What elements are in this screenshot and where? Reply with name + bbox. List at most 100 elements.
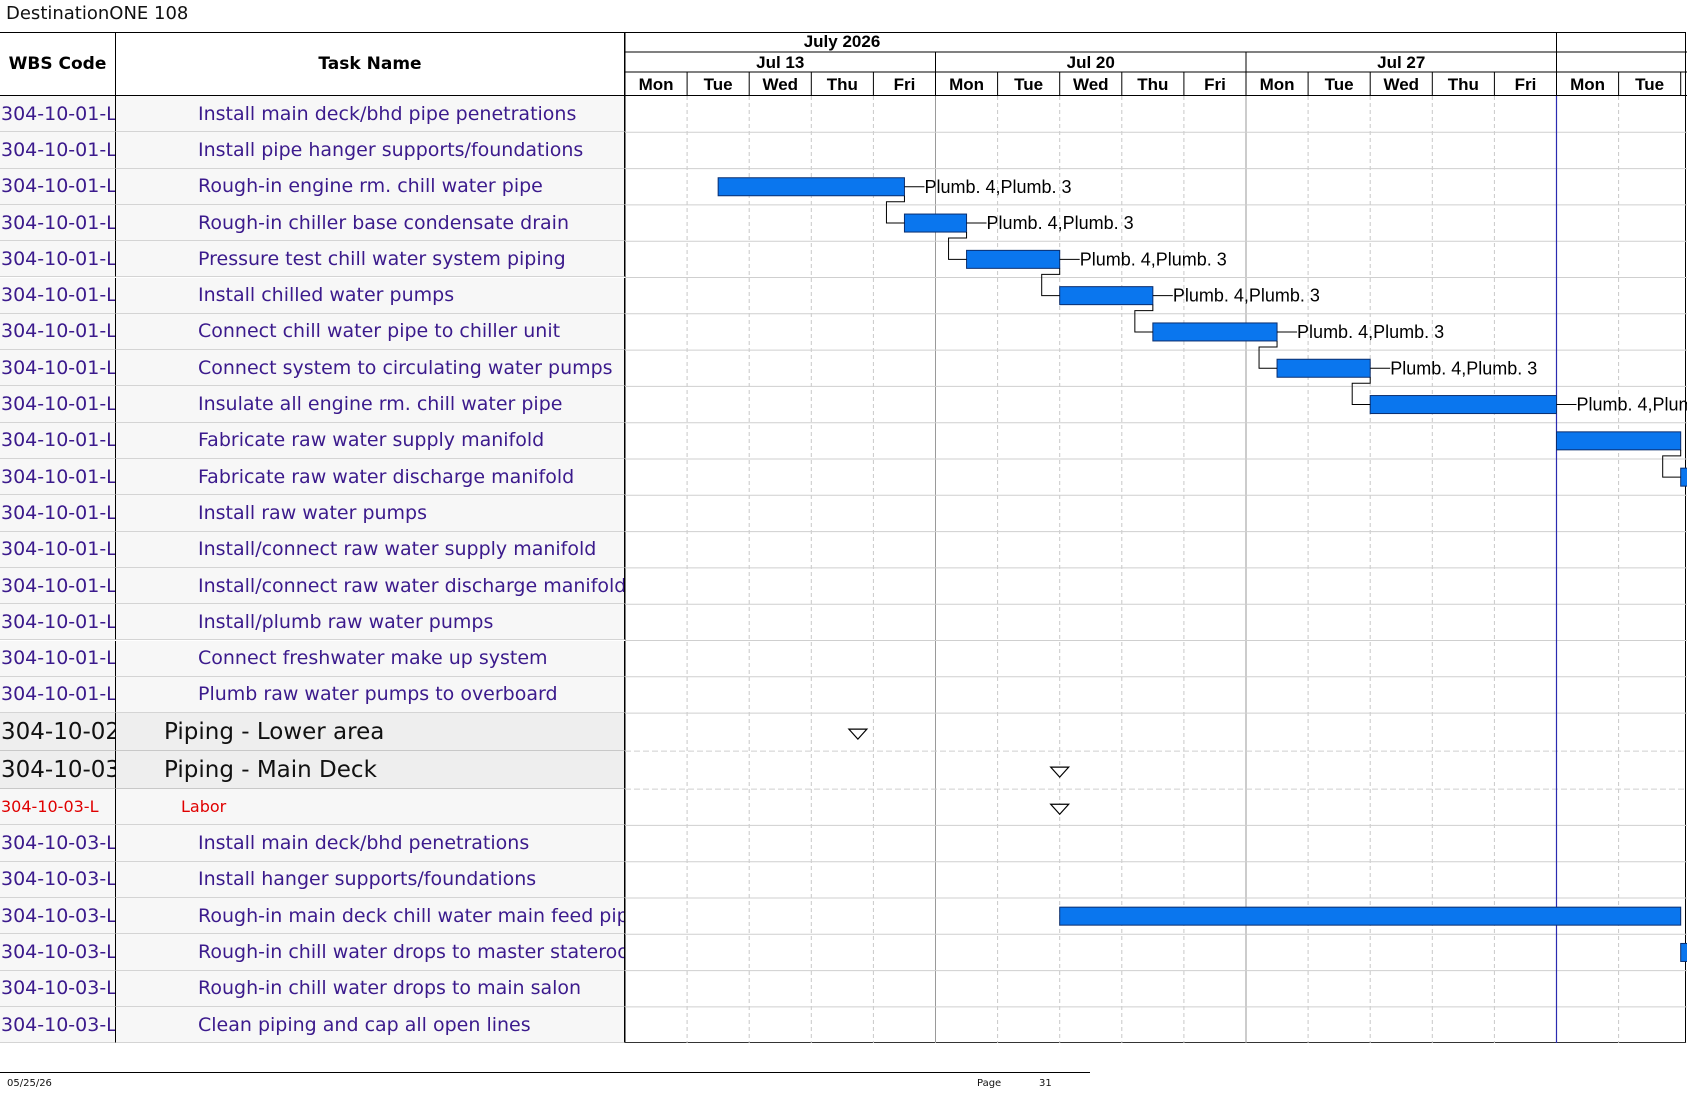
wbs-code-cell: 304-10-01-L [0,459,116,496]
day-label: Mon [639,75,674,94]
task-row[interactable]: 304-10-01-L Fabricate raw water supply ma… [0,422,625,459]
summary-marker-icon [1049,803,1071,816]
task-name-header[interactable]: Task Name [116,32,625,96]
dependency-connector [1351,377,1371,406]
dependency-connector [1134,304,1154,333]
day-label: Tue [1014,75,1043,94]
summary-row[interactable]: 304-10-03 Piping - Main Deck [0,751,625,790]
task-row[interactable]: 304-10-01-L Install/connect raw water sup… [0,531,625,568]
wbs-code-cell: 304-10-01-L [0,531,116,568]
task-row[interactable]: 304-10-01-L Pressure test chill water sys… [0,241,625,278]
task-row[interactable]: 304-10-03-L Rough-in chill water drops to… [0,970,625,1007]
day-label: Mon [1570,75,1605,94]
wbs-code-cell: 304-10-01-L [0,204,116,242]
resource-label: Plumb. 4,Plumb. 3 [987,213,1134,233]
task-name-cell: Rough-in chill water drops to main salon [116,970,625,1007]
wbs-code-cell: 304-10-01-L [0,277,116,314]
dependency-connector [948,232,968,260]
task-name-cell: Connect chill water pipe to chiller unit [116,313,625,351]
task-row[interactable]: 304-10-01-L Connect chill water pipe to c… [0,313,625,351]
day-label: Wed [1073,75,1109,94]
task-row[interactable]: 304-10-01-L Install pipe hanger supports/… [0,132,625,169]
day-label: Tue [1325,75,1354,94]
day-label: Thu [1448,75,1479,94]
task-name-cell: Install main deck/bhd pipe penetrations [116,96,625,133]
month-label: July 2026 [804,32,881,51]
footer-rule [0,1072,1090,1073]
wbs-code-cell: 304-10-03 [0,751,116,790]
day-label: Mon [1260,75,1295,94]
wbs-code-cell: 304-10-01-L [0,350,116,387]
task-row[interactable]: 304-10-03-L Install hanger supports/found… [0,861,625,898]
task-row[interactable]: 304-10-01-L Install/plumb raw water pumps [0,604,625,641]
task-row[interactable]: 304-10-01-L Fabricate raw water discharge… [0,459,625,496]
task-name-cell: Rough-in chill water drops to master sta… [116,934,625,971]
summary-row[interactable]: 304-10-02 Piping - Lower area [0,713,625,752]
task-bar [1556,431,1682,451]
wbs-code-header[interactable]: WBS Code [0,32,116,96]
task-name-cell: Rough-in main deck chill water main feed… [116,898,625,935]
wbs-code-cell: 304-10-03-L [0,898,116,935]
task-row[interactable]: 304-10-03-L Rough-in chill water drops to… [0,934,625,971]
summary-marker-icon [1049,766,1071,778]
task-name-cell: Insulate all engine rm. chill water pipe [116,386,625,423]
task-row[interactable]: 304-10-01-L Install chilled water pumps [0,277,625,314]
footer-page-label: Page [977,1078,1002,1089]
task-row[interactable]: 304-10-01-L Install raw water pumps [0,495,625,532]
task-row[interactable]: 304-10-03-L Clean piping and cap all open… [0,1006,625,1044]
wbs-code-cell: 304-10-01-L [0,386,116,423]
task-row[interactable]: 304-10-01-L Rough-in chiller base condens… [0,204,625,242]
task-row[interactable]: 304-10-01-L Connect system to circulating… [0,350,625,387]
wbs-code-cell: 304-10-01-L [0,676,116,714]
task-name-cell: Labor [116,789,625,826]
day-label: Fri [1204,75,1226,94]
task-name-cell: Rough-in engine rm. chill water pipe [116,168,625,205]
task-name-cell: Connect freshwater make up system [116,640,625,677]
wbs-code-cell: 304-10-01-L [0,422,116,459]
wbs-code-cell: 304-10-03-L [0,789,116,826]
day-label: Tue [704,75,733,94]
day-label: Fri [894,75,916,94]
task-name-cell: Install pipe hanger supports/foundations [116,132,625,169]
task-row[interactable]: 304-10-01-L Install main deck/bhd pipe pe… [0,96,625,133]
task-row[interactable]: 304-10-03-L Install main deck/bhd penetra… [0,825,625,862]
wbs-code-cell: 304-10-01-L [0,604,116,641]
task-row[interactable]: 304-10-01-L Install/connect raw water dis… [0,567,625,605]
dependency-connector [1662,449,1682,478]
task-name-cell: Pressure test chill water system piping [116,241,625,278]
task-row[interactable]: 304-10-01-L Connect freshwater make up sy… [0,640,625,677]
task-row[interactable]: 304-10-01-L Insulate all engine rm. chill… [0,386,625,423]
week-label: Jul 20 [1067,53,1115,72]
task-name-cell: Piping - Main Deck [116,751,625,790]
task-bar [966,249,1061,269]
task-bar [1276,358,1371,378]
task-name-cell: Install/connect raw water supply manifol… [116,531,625,568]
task-row[interactable]: 304-10-03-L Labor [0,789,625,826]
wbs-code-cell: 304-10-03-L [0,825,116,862]
task-name-cell: Install raw water pumps [116,495,625,532]
task-bar [1680,467,1687,487]
task-table: WBS Code Task Name 304-10-01-L Install ma… [0,32,625,1044]
task-name-cell: Rough-in chiller base condensate drain [116,204,625,242]
day-label: Thu [1137,75,1168,94]
summary-marker-icon [847,728,869,740]
task-bar [717,177,905,197]
task-name-cell: Piping - Lower area [116,713,625,752]
task-name-cell: Install/plumb raw water pumps [116,604,625,641]
task-row[interactable]: 304-10-03-L Rough-in main deck chill wate… [0,898,625,935]
wbs-code-cell: 304-10-02 [0,713,116,752]
dependency-connector [1258,340,1278,369]
task-name-cell: Install/connect raw water discharge mani… [116,567,625,605]
task-name-cell: Connect system to circulating water pump… [116,350,625,387]
wbs-code-cell: 304-10-01-L [0,241,116,278]
dependency-connector [1041,268,1061,297]
task-row[interactable]: 304-10-01-L Plumb raw water pumps to over… [0,676,625,714]
gantt-svg: July 2026Jul 13 Jul 20 Jul 27 Mon Tue Wed Thu F… [625,32,1687,1043]
task-row[interactable]: 304-10-01-L Rough-in engine rm. chill wat… [0,168,625,205]
day-label: Thu [827,75,858,94]
task-name-cell: Clean piping and cap all open lines [116,1006,625,1044]
wbs-code-cell: 304-10-01-L [0,96,116,133]
wbs-code-cell: 304-10-01-L [0,313,116,351]
day-label: Mon [949,75,984,94]
task-name-cell: Fabricate raw water discharge manifold [116,459,625,496]
